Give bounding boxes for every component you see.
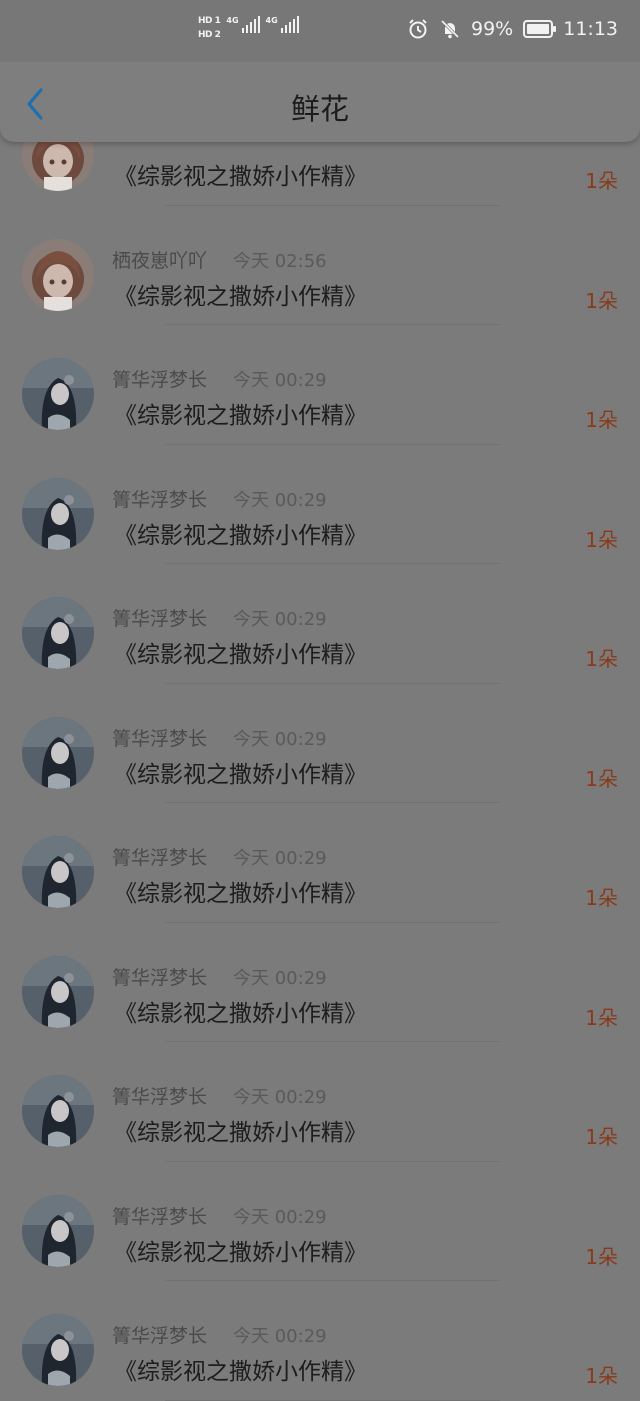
signal-2-icon: 4G (266, 16, 299, 33)
flower-count: 1朵 (585, 647, 618, 671)
user-name[interactable]: 箐华浮梦长 (112, 604, 207, 631)
gift-list-item[interactable]: 箐华浮梦长 今天 00:29 《综影视之撒娇小作精》 1朵 (0, 1281, 640, 1401)
flower-count: 1朵 (585, 288, 618, 313)
sim1-label: HD 1 (198, 16, 221, 26)
gift-time: 今天 00:29 (233, 967, 327, 989)
gift-time: 今天 00:29 (233, 1326, 327, 1347)
signal-1-icon: 4G (226, 16, 260, 33)
flower-count: 1朵 (585, 527, 618, 552)
battery-icon (523, 20, 557, 38)
gift-time: 今天 02:56 (233, 250, 327, 272)
gift-list-item[interactable]: 箐华浮梦长 今天 00:29 《综影视之撒娇小作精》 1朵 (0, 445, 640, 564)
avatar[interactable] (22, 955, 94, 1028)
network-1-label: 4G (226, 16, 239, 25)
user-name[interactable]: 箐华浮梦长 (112, 963, 207, 990)
gift-time: 今天 00:29 (233, 489, 327, 511)
gift-list-item[interactable]: 箐华浮梦长 今天 00:29 《综影视之撒娇小作精》 1朵 (0, 923, 640, 1042)
avatar[interactable] (22, 238, 94, 311)
gift-list-item[interactable]: 箐华浮梦长 今天 00:29 《综影视之撒娇小作精》 1朵 (0, 1042, 640, 1162)
battery-percent: 99% (471, 18, 514, 40)
clock: 11:13 (563, 18, 618, 40)
book-title: 《综影视之撒娇小作精》 (114, 642, 367, 668)
book-title: 《综影视之撒娇小作精》 (114, 1239, 367, 1266)
flower-count: 1朵 (585, 169, 618, 193)
book-title: 《综影视之撒娇小作精》 (114, 1359, 367, 1385)
book-title: 《综影视之撒娇小作精》 (114, 761, 367, 788)
gift-time: 今天 00:29 (233, 728, 327, 750)
user-name[interactable]: 箐华浮梦长 (112, 1321, 207, 1348)
gift-list-item[interactable]: 箐华浮梦长 今天 00:29 《综影视之撒娇小作精》 1朵 (0, 564, 640, 684)
flower-count: 1朵 (585, 1125, 618, 1149)
avatar[interactable] (22, 1314, 94, 1386)
gift-list-item[interactable]: 箐华浮梦长 今天 00:29 《综影视之撒娇小作精》 1朵 (0, 325, 640, 445)
status-bar: HD 1 HD 2 4G 4G 99% 11:13 (0, 0, 640, 62)
avatar[interactable] (22, 836, 94, 908)
user-name[interactable]: 箐华浮梦长 (112, 1082, 207, 1109)
book-title: 《综影视之撒娇小作精》 (114, 881, 367, 907)
book-title: 《综影视之撒娇小作精》 (114, 522, 367, 549)
flower-count: 1朵 (585, 408, 618, 432)
flower-count: 1朵 (585, 886, 618, 910)
flower-count: 1朵 (585, 766, 618, 791)
flower-count: 1朵 (585, 1005, 618, 1030)
network-2-label: 4G (265, 16, 278, 25)
user-name[interactable]: 栖夜崽吖吖 (112, 246, 207, 273)
avatar[interactable] (22, 1194, 94, 1267)
user-name[interactable]: 箐华浮梦长 (112, 843, 207, 870)
flower-count: 1朵 (585, 1244, 618, 1269)
title-bar: 鲜花 (0, 60, 640, 142)
user-name[interactable]: 箐华浮梦长 (112, 365, 207, 392)
alarm-icon (409, 19, 427, 39)
book-title: 《综影视之撒娇小作精》 (114, 1000, 367, 1027)
sim2-label: HD 2 (198, 30, 221, 40)
page-title: 鲜花 (290, 92, 349, 126)
gift-list-item[interactable]: 箐华浮梦长 今天 00:29 《综影视之撒娇小作精》 1朵 (0, 684, 640, 803)
user-name[interactable]: 箐华浮梦长 (112, 724, 207, 751)
book-title: 《综影视之撒娇小作精》 (114, 403, 367, 429)
gift-list-item[interactable]: 栖夜崽吖吖 今天 02:56 《综影视之撒娇小作精》 1朵 (0, 206, 640, 325)
status-right: 99% 11:13 (407, 18, 618, 40)
gift-time: 今天 00:29 (233, 370, 327, 391)
avatar[interactable] (22, 716, 94, 789)
avatar[interactable] (22, 597, 94, 669)
mute-bell-icon (440, 19, 460, 39)
user-name[interactable]: 箐华浮梦长 (112, 485, 207, 512)
gift-time: 今天 00:29 (233, 1087, 327, 1108)
gift-list-item[interactable]: 箐华浮梦长 今天 00:29 《综影视之撒娇小作精》 1朵 (0, 803, 640, 923)
flower-gift-list: 《综影视之撒娇小作精》 1朵 栖夜崽吖吖 今天 02:56 《综影视之撒娇小作精》 1朵箐… (0, 86, 640, 1401)
gift-list-item[interactable]: 箐华浮梦长 今天 00:29 《综影视之撒娇小作精》 1朵 (0, 1162, 640, 1281)
user-name[interactable]: 箐华浮梦长 (112, 1202, 207, 1229)
gift-time: 今天 00:29 (233, 609, 327, 630)
avatar[interactable] (22, 477, 94, 550)
signal-group: HD 1 HD 2 4G 4G (198, 16, 299, 50)
avatar[interactable] (22, 1075, 94, 1147)
book-title: 《综影视之撒娇小作精》 (114, 1120, 367, 1146)
sim-labels: HD 1 HD 2 (198, 16, 221, 41)
book-title: 《综影视之撒娇小作精》 (114, 164, 367, 190)
divider (165, 1399, 500, 1401)
gift-time: 今天 00:29 (233, 1206, 327, 1228)
gift-time: 今天 00:29 (233, 848, 327, 869)
book-title: 《综影视之撒娇小作精》 (114, 283, 367, 310)
flower-count: 1朵 (585, 1364, 618, 1388)
avatar[interactable] (22, 358, 94, 430)
